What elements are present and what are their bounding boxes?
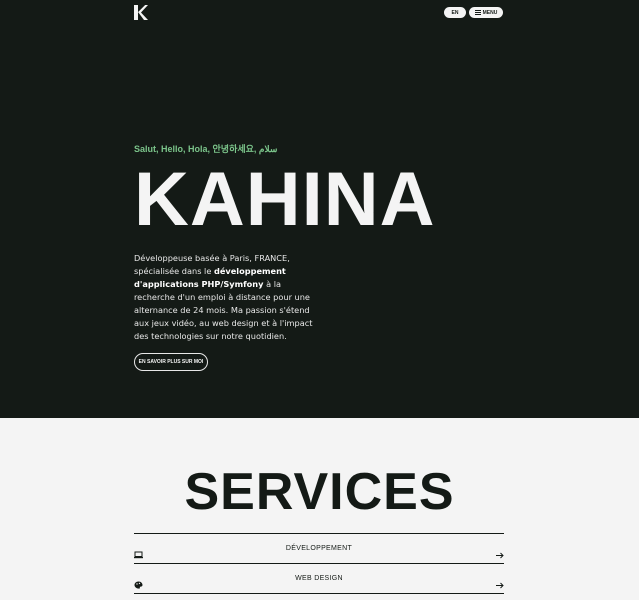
service-label: WEB DESIGN bbox=[295, 575, 343, 582]
k-logo-icon[interactable] bbox=[134, 5, 148, 20]
hero-section: EN MENU Salut, Hello, Hola, 안녕하세요, سلام … bbox=[0, 0, 639, 418]
about-me-button[interactable]: EN SAVOIR PLUS SUR MOI bbox=[134, 353, 208, 371]
service-item-development[interactable]: DÉVELOPPEMENT bbox=[134, 533, 504, 563]
service-label: DÉVELOPPEMENT bbox=[285, 545, 353, 552]
arrow-right-icon bbox=[496, 544, 504, 559]
menu-button[interactable]: MENU bbox=[469, 7, 503, 18]
greeting-text: Salut, Hello, Hola, 안녕하세요, سلام bbox=[134, 144, 278, 154]
palette-icon bbox=[134, 574, 143, 589]
language-button[interactable]: EN bbox=[444, 7, 466, 18]
laptop-icon bbox=[134, 544, 143, 559]
arrow-right-icon bbox=[496, 574, 504, 589]
hamburger-icon bbox=[474, 10, 481, 15]
services-title: SERVICES bbox=[184, 463, 455, 521]
menu-label: MENU bbox=[482, 9, 498, 16]
service-item-web-design[interactable]: WEB DESIGN bbox=[134, 563, 504, 593]
page-title: KAHINA bbox=[134, 157, 436, 242]
intro-paragraph: Développeuse basée à Paris, FRANCE, spéc… bbox=[134, 252, 322, 343]
divider bbox=[134, 593, 504, 594]
